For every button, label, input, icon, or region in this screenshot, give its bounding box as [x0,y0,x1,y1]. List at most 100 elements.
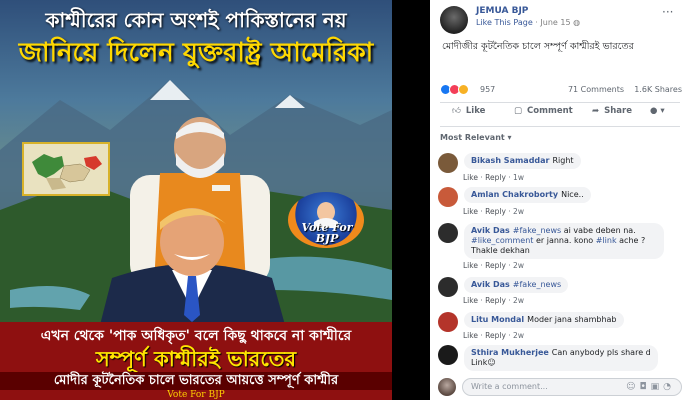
comment-author[interactable]: Avik Das [471,226,510,235]
comment-bubble: Amlan Chakroborty Nice.. [464,187,591,203]
screenshot: কাশ্মীরের কোন অংশই পাকিস্তানের নয় জানিয… [0,0,690,400]
comment-like-link[interactable]: Like [463,296,478,305]
shares-count[interactable]: 1.6K Shares [634,85,682,94]
comment-text: ai vabe deben na. [563,226,636,235]
sort-comments-dropdown[interactable]: Most Relevant ▾ [440,133,512,142]
comment-reply-link[interactable]: Reply [485,331,506,340]
emoji-icon: ☺ [487,358,496,367]
divider [440,102,680,103]
comment-text: Link [471,358,488,367]
poster-footer: Vote For BJP [167,390,225,400]
comment-author[interactable]: Litu Mondal [471,315,524,324]
gif-icon[interactable]: ▣ [651,382,664,392]
like-button[interactable]: 👍︎ Like [452,106,485,116]
comment-actions: Like · Reply · 1w [463,173,524,182]
comment-icon: ▢ [514,106,523,116]
post-actions: 👍︎ Like ▢ Comment ➦ Share ● ▾ [440,106,684,122]
hashtag-link[interactable]: #fake_news [513,280,561,289]
reactions-row: 957 71 Comments 1.6K Shares [440,84,684,98]
chevron-down-icon: ▾ [504,133,512,142]
camera-icon[interactable]: ◘ [640,382,651,392]
comment-time[interactable]: 2w [513,296,524,305]
poster-band-line3: মোদীর কূটনৈতিক চালে ভারতের আয়ত্তে সম্পূ… [0,372,392,390]
reaction-selector[interactable]: ● ▾ [650,106,665,116]
avatar[interactable] [438,345,458,365]
comment-label: Comment [527,106,573,116]
comments-shares-count: 71 Comments 1.6K Shares [568,85,682,94]
hashtag-link[interactable]: #like_comment [471,236,533,245]
comment-author[interactable]: Amlan Chakroborty [471,190,558,199]
comment-text: er janna. kono [535,236,594,245]
avatar [438,378,456,396]
comment-line: #like_comment er janna. kono #link ache … [471,236,657,246]
comment-bubble: Bikash Samaddar Right [464,153,581,169]
comment-reply-link[interactable]: Reply [485,296,506,305]
comment-actions: Like · Reply · 2w [463,207,524,216]
avatar[interactable] [438,187,458,207]
post-image-poster[interactable]: কাশ্মীরের কোন অংশই পাকিস্তানের নয় জানিয… [0,0,392,400]
hashtag-link[interactable]: #fake_news [513,226,561,235]
comment-button[interactable]: ▢ Comment [514,106,573,116]
comment-reply-link[interactable]: Reply [485,261,506,270]
poster-headline-main: জানিয়ে দিলেন যুক্তরাষ্ট্র আমেরিকা [18,38,374,68]
comment-author[interactable]: Bikash Samaddar [471,156,550,165]
map-icon [32,154,102,190]
comment-actions: Like · Reply · 2w [463,261,524,270]
count-gap [627,85,632,94]
kashmir-map-illustration [22,142,110,196]
page-name-link[interactable]: JEMUA BJP [476,6,528,16]
write-comment-row: Write a comment... ☺◘▣◔ [438,378,684,398]
comment-like-link[interactable]: Like [463,173,478,182]
write-comment-input[interactable]: Write a comment... ☺◘▣◔ [462,378,682,396]
post-meta: Like This Page · June 15 ◍ [476,18,580,27]
avatar[interactable] [438,312,458,332]
page-avatar[interactable] [440,6,468,34]
comment-actions: Like · Reply · 2w [463,331,524,340]
more-options-icon[interactable]: ··· [662,5,673,19]
emoji-icon[interactable]: ☺ [626,382,639,392]
comment-time[interactable]: 2w [513,207,524,216]
comment-actions: Like · Reply · 2w [463,296,524,305]
sort-label: Most Relevant [440,133,505,142]
comment-text: Nice.. [561,190,584,199]
vote-badge-text: Vote For BJP [296,222,358,244]
avatar[interactable] [438,277,458,297]
comment-like-link[interactable]: Like [463,207,478,216]
avatar[interactable] [438,223,458,243]
comment-line: Thakle dekhan [471,246,530,255]
trump-figure [100,208,285,325]
thumbs-up-icon: 👍︎ [452,106,461,116]
like-page-link[interactable]: Like This Page [476,18,533,27]
share-icon: ➦ [592,106,600,116]
sticker-icon[interactable]: ◔ [663,382,675,392]
wow-reaction-icon [458,84,469,95]
comment-author[interactable]: Avik Das [471,280,510,289]
comment-reply-link[interactable]: Reply [485,173,506,182]
comment-text: Right [552,156,574,165]
badge-line2: BJP [315,232,339,245]
comment-like-link[interactable]: Like [463,261,478,270]
divider [440,126,680,127]
comment-bubble: Avik Das #fake_news [464,277,569,293]
comment-time[interactable]: 1w [513,173,524,182]
reaction-count[interactable]: 957 [480,85,495,94]
comment-reply-link[interactable]: Reply [485,207,506,216]
comment-time[interactable]: 2w [513,331,524,340]
comment-line: Link☺ [471,358,651,368]
comment-time[interactable]: 2w [513,261,524,270]
comment-author[interactable]: Sthira Mukherjee [471,348,549,357]
post-date[interactable]: June 15 [540,18,570,27]
hashtag-link[interactable]: #link [596,236,617,245]
dropdown-arrow-icon: ▾ [657,106,665,116]
comments-count[interactable]: 71 Comments [568,85,624,94]
comment-line: Avik Das #fake_news ai vabe deben na. [471,226,657,236]
avatar[interactable] [438,153,458,173]
globe-icon: ◍ [573,18,581,27]
comment-text: Moder jana shambhab [527,315,617,324]
share-button[interactable]: ➦ Share [592,106,632,116]
comment-bubble: Avik Das #fake_news ai vabe deben na. #li… [464,223,664,259]
comment-like-link[interactable]: Like [463,331,478,340]
facebook-post-panel: JEMUA BJP Like This Page · June 15 ◍ ···… [430,0,690,400]
like-label: Like [465,106,486,116]
comment-bubble: Sthira Mukherjee Can anybody pls share d … [464,345,658,371]
